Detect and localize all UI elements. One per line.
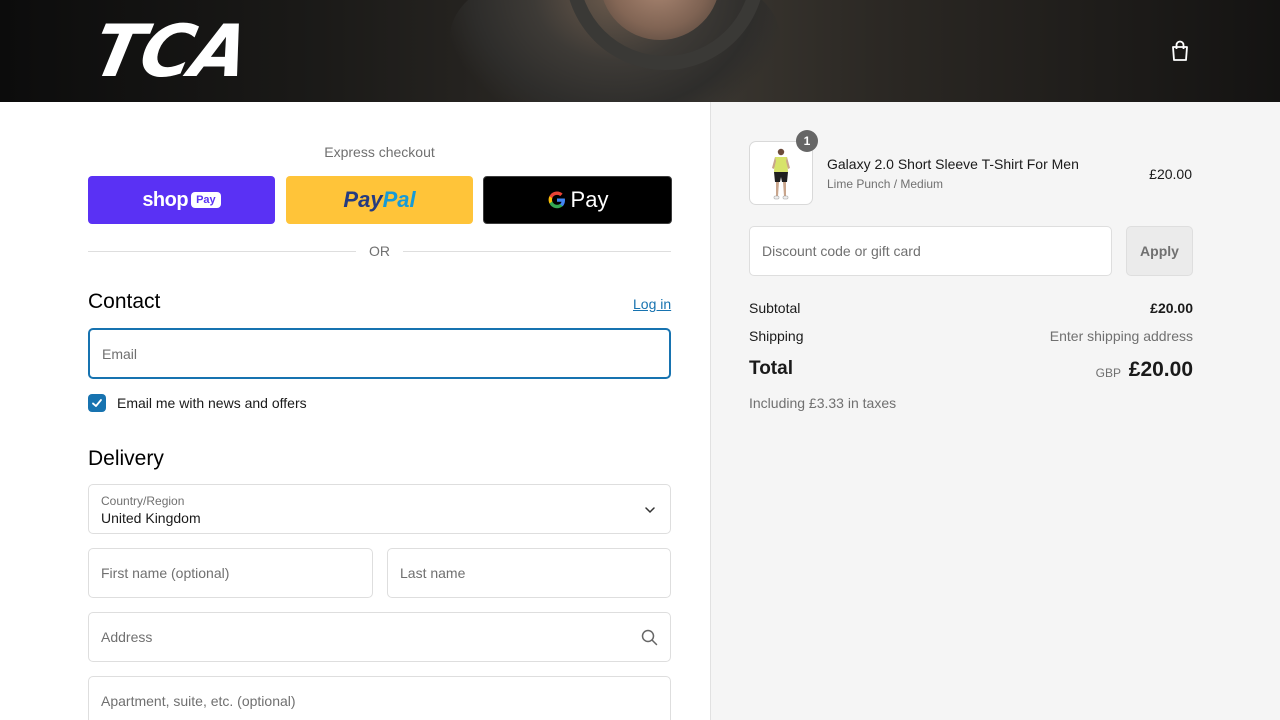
shop-pay-brand: shop (142, 188, 189, 211)
subtotal-label: Subtotal (749, 300, 801, 316)
shop-pay-badge: Pay (191, 192, 221, 208)
total-label: Total (749, 358, 793, 379)
separator-line-right (403, 251, 671, 252)
country-value: United Kingdom (101, 510, 201, 526)
first-name-field[interactable]: First name (optional) (88, 548, 373, 598)
country-label: Country/Region (101, 494, 185, 508)
login-link[interactable]: Log in (633, 296, 671, 312)
delivery-heading: Delivery (88, 447, 164, 470)
checkout-form-column: Express checkout shop Pay Pay Pal Pay OR … (0, 102, 710, 720)
taxes-note: Including £3.33 in taxes (749, 395, 897, 411)
google-pay-label: Pay (570, 187, 609, 212)
country-select[interactable]: Country/Region United Kingdom (88, 484, 671, 534)
total-row: Total GBP £20.00 (749, 358, 1193, 386)
shipping-label: Shipping (749, 328, 804, 344)
header-banner: TCA (0, 0, 1280, 102)
subtotal-value: £20.00 (1150, 300, 1193, 316)
apartment-placeholder: Apartment, suite, etc. (optional) (101, 693, 296, 709)
newsletter-checkbox-row: Email me with news and offers (88, 394, 307, 412)
express-checkout-title: Express checkout (324, 144, 435, 160)
shopping-bag-icon[interactable] (1170, 40, 1190, 62)
store-logo[interactable]: TCA (86, 9, 256, 93)
shop-pay-button[interactable]: shop Pay (88, 176, 275, 224)
apply-discount-button[interactable]: Apply (1126, 226, 1193, 276)
product-price: £20.00 (1149, 166, 1192, 182)
checkmark-icon (92, 399, 102, 407)
chevron-down-icon (645, 507, 655, 514)
shipping-value: Enter shipping address (1049, 328, 1193, 344)
paypal-logo-part2: Pal (382, 187, 416, 212)
paypal-button[interactable]: Pay Pal (286, 176, 473, 224)
discount-placeholder: Discount code or gift card (762, 243, 921, 259)
subtotal-row: Subtotal £20.00 (749, 300, 1193, 318)
last-name-field[interactable]: Last name (387, 548, 671, 598)
address-field[interactable]: Address (88, 612, 671, 662)
google-pay-button[interactable]: Pay (483, 176, 672, 224)
product-variant: Lime Punch / Medium (827, 177, 944, 191)
search-icon[interactable] (641, 629, 658, 646)
or-separator: OR (88, 242, 671, 262)
shipping-row: Shipping Enter shipping address (749, 328, 1193, 346)
order-summary-column: 1 Galaxy 2.0 Short Sleeve T-Shirt For Me… (710, 102, 1280, 720)
email-field[interactable]: Email (88, 328, 671, 379)
newsletter-label: Email me with news and offers (117, 395, 307, 411)
contact-heading: Contact (88, 290, 161, 313)
last-name-placeholder: Last name (400, 565, 466, 581)
product-name: Galaxy 2.0 Short Sleeve T-Shirt For Men (827, 156, 1079, 172)
address-placeholder: Address (101, 629, 153, 645)
quantity-badge: 1 (796, 130, 818, 152)
google-g-icon (548, 191, 565, 209)
email-placeholder: Email (102, 345, 138, 362)
total-currency: GBP (1095, 366, 1121, 380)
newsletter-checkbox[interactable] (88, 394, 106, 412)
first-name-placeholder: First name (optional) (101, 565, 230, 581)
total-value: £20.00 (1128, 358, 1193, 381)
discount-code-field[interactable]: Discount code or gift card (749, 226, 1112, 276)
paypal-logo-part1: Pay (343, 187, 383, 212)
apartment-field[interactable]: Apartment, suite, etc. (optional) (88, 676, 671, 720)
